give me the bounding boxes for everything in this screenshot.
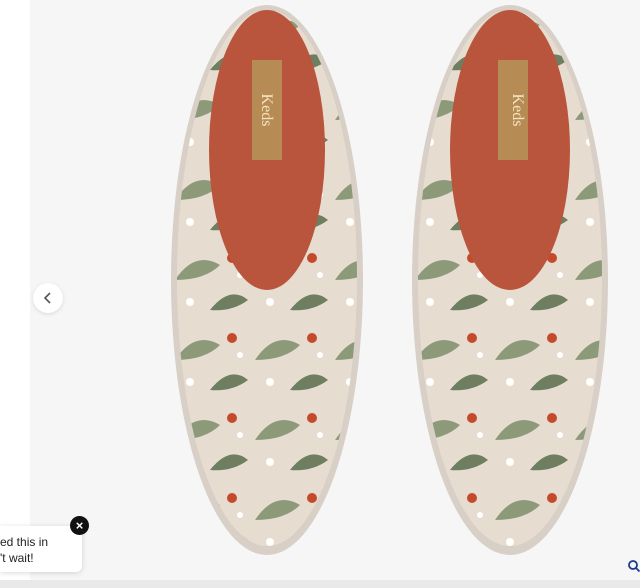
close-icon[interactable]: × bbox=[70, 516, 89, 535]
product-image: Keds Keds bbox=[171, 5, 608, 555]
left-margin bbox=[0, 0, 30, 588]
left-brand-mark: Keds bbox=[258, 94, 275, 127]
toast-message: ed this in 't wait! bbox=[0, 534, 48, 566]
left-shoe: Keds bbox=[171, 5, 363, 555]
search-icon[interactable] bbox=[627, 559, 640, 573]
chevron-left-icon bbox=[43, 292, 51, 304]
right-brand-mark: Keds bbox=[509, 94, 526, 127]
bottom-bar bbox=[0, 580, 640, 588]
toast-line-2: 't wait! bbox=[0, 551, 34, 565]
right-shoe: Keds bbox=[412, 5, 608, 555]
previous-image-button[interactable] bbox=[33, 283, 63, 313]
toast-line-1: ed this in bbox=[0, 535, 49, 549]
review-toast: ed this in 't wait! bbox=[0, 526, 82, 572]
